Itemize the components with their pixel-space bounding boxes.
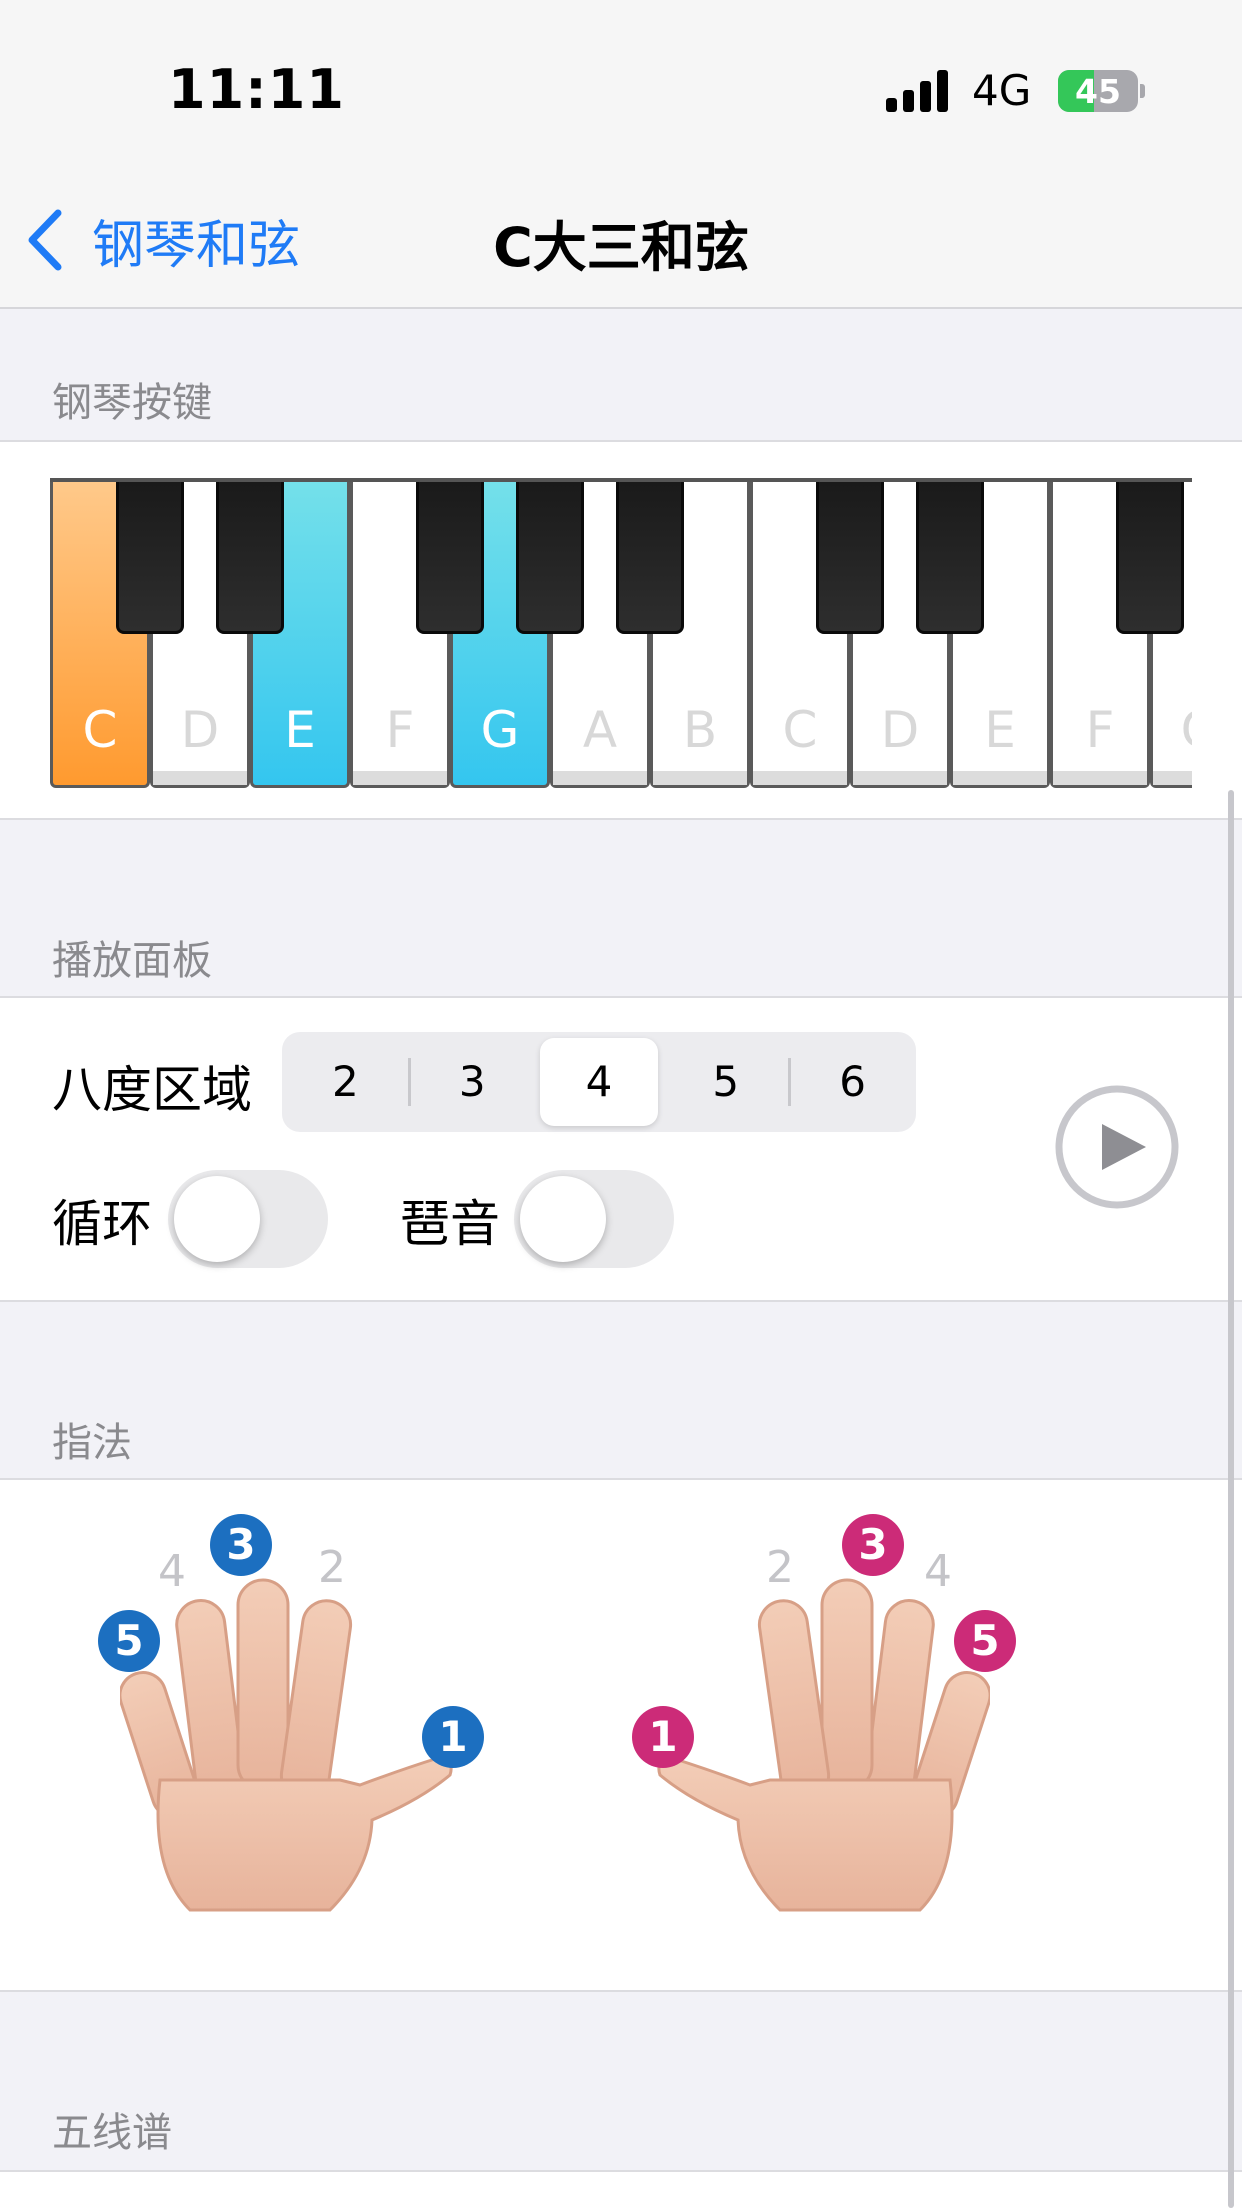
navigation-bar: 钢琴和弦 C大三和弦 [0, 165, 1242, 309]
segment-divider [788, 1058, 792, 1106]
finger-badge-1: 1 [422, 1706, 484, 1768]
play-button[interactable] [1054, 1084, 1180, 1210]
loop-toggle[interactable] [168, 1170, 328, 1268]
black-key[interactable] [416, 482, 484, 634]
key-label: G [480, 701, 520, 759]
key-label: E [984, 701, 1016, 759]
finger-number-2: 2 [318, 1542, 346, 1593]
octave-label: 八度区域 [52, 1061, 252, 1119]
section-header-playback: 播放面板 [52, 938, 212, 984]
black-key[interactable] [216, 482, 284, 634]
finger-number-4: 4 [158, 1546, 186, 1597]
octave-option-3[interactable]: 3 [409, 1032, 536, 1132]
octave-option-4[interactable]: 4 [539, 1038, 659, 1126]
finger-badge-1: 1 [632, 1706, 694, 1768]
key-label: E [284, 701, 316, 759]
key-label: D [880, 701, 920, 759]
finger-number-2: 2 [766, 1542, 794, 1593]
black-key[interactable] [116, 482, 184, 634]
finger-badge-3: 3 [210, 1514, 272, 1576]
arpeggio-label: 琶音 [400, 1195, 500, 1253]
octave-option-6[interactable]: 6 [789, 1032, 916, 1132]
key-label: F [385, 701, 415, 759]
black-key[interactable] [816, 482, 884, 634]
toggle-knob [174, 1176, 260, 1262]
key-label: C [782, 701, 818, 759]
left-hand-image [120, 1578, 453, 1912]
key-label: B [682, 701, 718, 759]
key-label: A [582, 701, 618, 759]
network-type: 4G [972, 66, 1032, 115]
finger-badge-5: 5 [954, 1610, 1016, 1672]
battery-percent: 45 [1075, 72, 1121, 111]
black-key[interactable] [1116, 482, 1184, 634]
battery-icon: 45 [1058, 70, 1145, 112]
cellular-signal-icon [886, 70, 948, 112]
black-key[interactable] [516, 482, 584, 634]
section-header-fingering: 指法 [52, 1420, 132, 1466]
finger-number-4: 4 [924, 1546, 952, 1597]
staff-panel [0, 2170, 1242, 2208]
octave-option-5[interactable]: 5 [662, 1032, 789, 1132]
section-header-staff: 五线谱 [52, 2110, 172, 2156]
finger-badge-3: 3 [842, 1514, 904, 1576]
page-title: C大三和弦 [493, 216, 749, 279]
piano-keyboard[interactable]: CDEFGABCDEFG [50, 478, 1192, 788]
segment-divider [407, 1058, 411, 1106]
playback-panel: 八度区域 23456 循环 琶音 [0, 996, 1242, 1302]
key-label: F [1085, 701, 1115, 759]
octave-segmented-control[interactable]: 23456 [282, 1032, 916, 1132]
arpeggio-toggle[interactable] [514, 1170, 674, 1268]
section-header-piano: 钢琴按键 [52, 380, 212, 426]
finger-badge-5: 5 [98, 1610, 160, 1672]
key-label: C [82, 701, 118, 759]
black-key[interactable] [916, 482, 984, 634]
toggle-knob [520, 1176, 606, 1262]
fingering-panel: 4 2 5 3 1 2 4 1 3 5 [0, 1478, 1242, 1992]
status-time: 11:11 [168, 58, 345, 121]
loop-label: 循环 [52, 1195, 152, 1253]
octave-option-2[interactable]: 2 [282, 1032, 409, 1132]
status-bar: 11:11 4G 45 [0, 0, 1242, 165]
key-label: D [180, 701, 220, 759]
black-key[interactable] [616, 482, 684, 634]
scrollbar[interactable] [1228, 790, 1234, 2208]
piano-panel: CDEFGABCDEFG [0, 440, 1242, 820]
key-label: G [1153, 701, 1192, 759]
